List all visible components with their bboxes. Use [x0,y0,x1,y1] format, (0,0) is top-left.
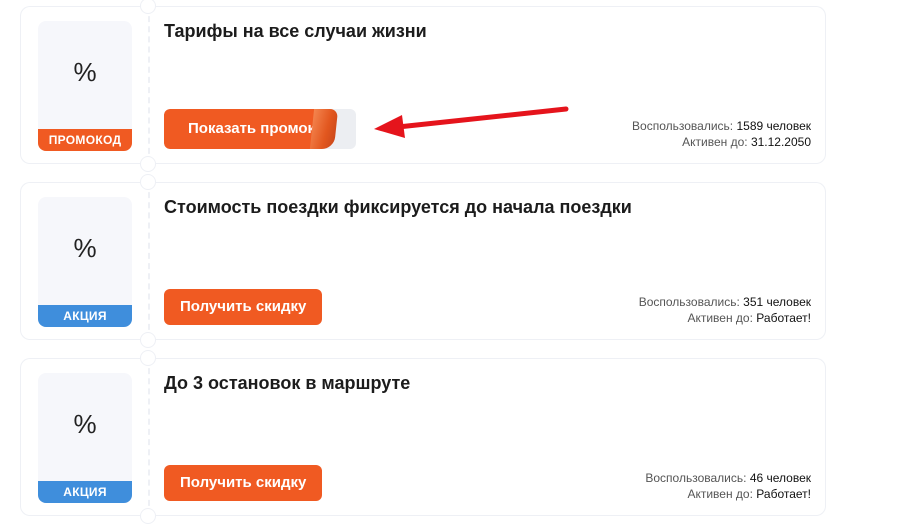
percent-icon: % [73,233,97,263]
offer-title: Тарифы на все случаи жизни [164,21,427,41]
offers-list: % ПРОМОКОД Тарифы на все случаи жизни По… [0,0,906,530]
peel-corner-icon [309,109,339,149]
offer-logo-section: % АКЦИЯ [20,358,148,516]
promo-badge: ПРОМОКОД [38,129,132,151]
get-discount-button[interactable]: Получить скидку [164,289,323,325]
offer-title: Стоимость поездки фиксируется до начала … [164,197,632,217]
action-badge: АКЦИЯ [38,481,132,503]
offer-content: Стоимость поездки фиксируется до начала … [148,182,826,340]
offer-logo: % АКЦИЯ [38,373,132,503]
active-until: 31.12.2050 [750,135,811,149]
show-promocode-button[interactable]: Показать промокод [164,109,356,149]
offer-logo: % ПРОМОКОД [38,21,132,151]
active-until: Работает! [756,311,811,325]
offer-card: % АКЦИЯ До 3 остановок в маршруте Получи… [20,350,826,524]
used-count: 1589 человек [736,119,811,133]
active-label: Активен до: [687,487,753,501]
offer-title: До 3 остановок в маршруте [164,373,411,393]
offer-stats: Воспользовались: 1589 человек Активен до… [632,118,811,150]
annotation-arrow-icon [374,106,569,138]
get-discount-button[interactable]: Получить скидку [164,465,323,501]
offer-logo-section: % ПРОМОКОД [20,6,148,164]
percent-icon: % [73,409,97,439]
offer-stats: Воспользовались: 46 человек Активен до: … [645,470,811,502]
offer-content: До 3 остановок в маршруте Получить скидк… [148,358,826,516]
percent-icon: % [73,57,97,87]
used-label: Воспользовались: [632,119,734,133]
active-label: Активен до: [687,311,753,325]
offer-logo-section: % АКЦИЯ [20,182,148,340]
used-label: Воспользовались: [645,471,747,485]
offer-stats: Воспользовались: 351 человек Активен до:… [639,294,811,326]
show-promocode-label: Показать промокод [164,109,322,149]
used-count: 351 человек [743,295,811,309]
active-label: Активен до: [682,135,748,149]
offer-card: % АКЦИЯ Стоимость поездки фиксируется до… [20,174,826,348]
used-label: Воспользовались: [638,295,740,309]
offer-logo: % АКЦИЯ [38,197,132,327]
active-until: Работает! [756,487,811,501]
action-badge: АКЦИЯ [38,305,132,327]
used-count: 46 человек [749,471,811,485]
